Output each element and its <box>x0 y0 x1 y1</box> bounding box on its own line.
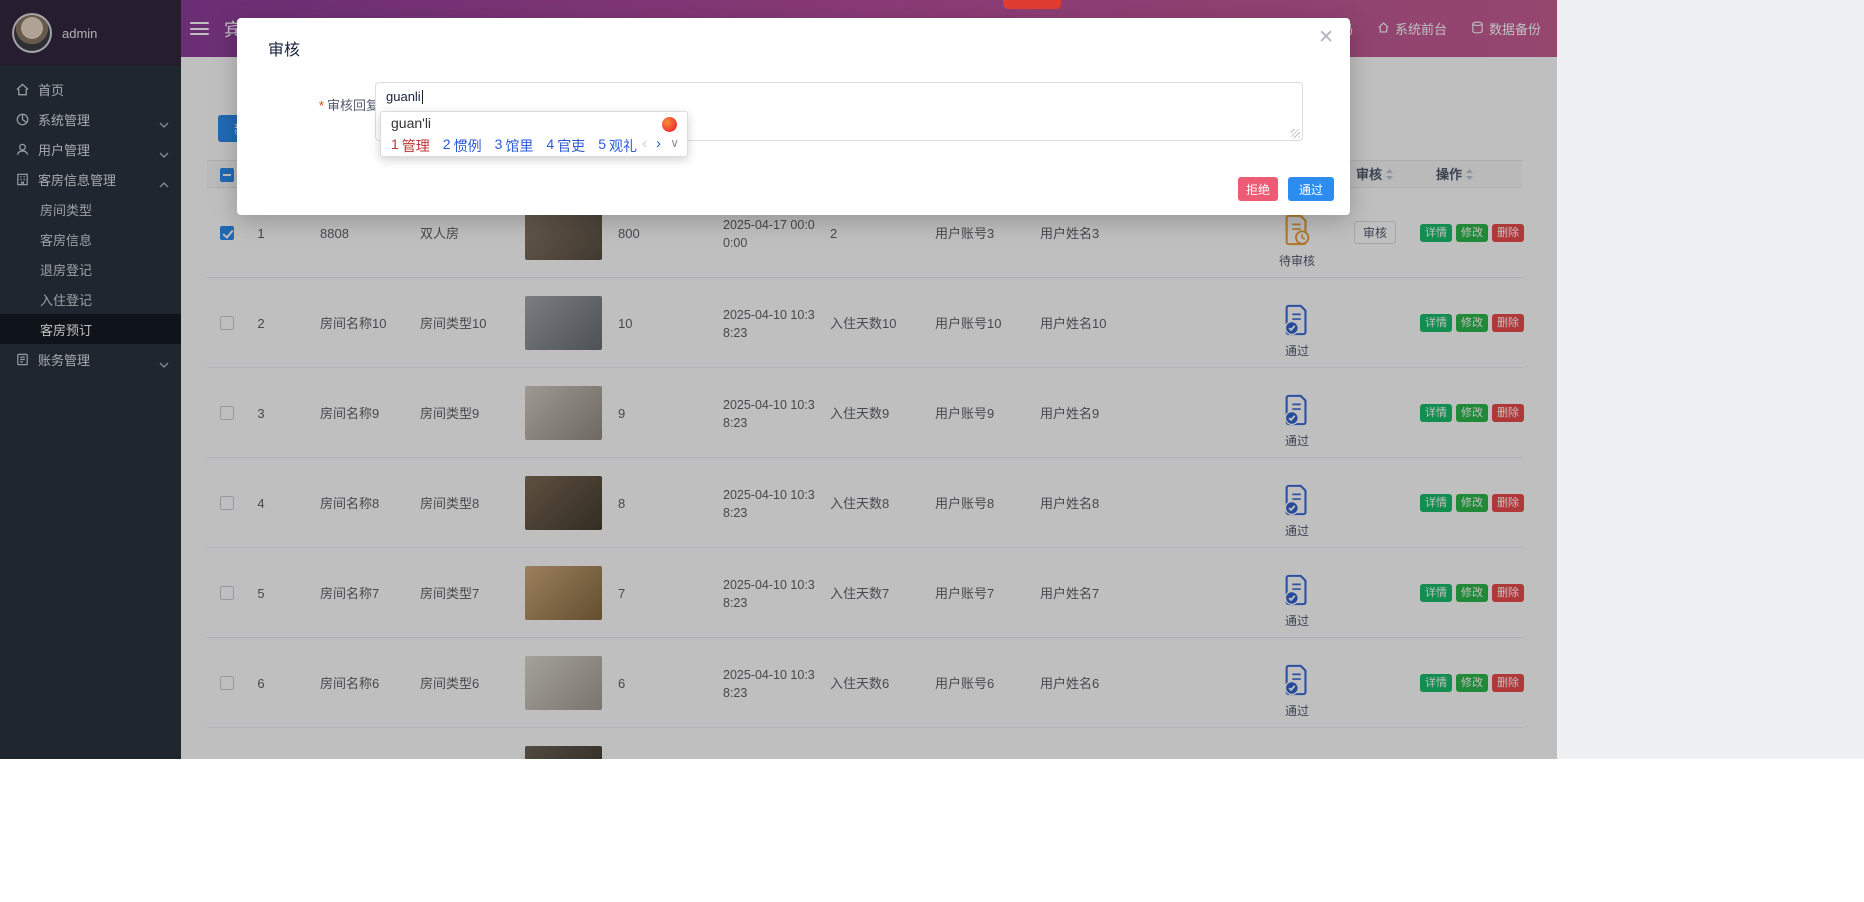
textarea-value: guanli <box>386 89 421 104</box>
field-label: *审核回复 <box>303 95 379 114</box>
approve-button[interactable]: 通过 <box>1288 177 1334 201</box>
ime-candidates: 1管理 2惯例 3馆里 4官吏 5观礼 <box>391 136 637 156</box>
text-caret <box>422 90 423 104</box>
ime-candidate[interactable]: 3馆里 <box>495 136 534 156</box>
ime-candidate-window: guan'li 1管理 2惯例 3馆里 4官吏 5观礼 ‹ › ∨ <box>380 111 688 157</box>
ime-candidate[interactable]: 4官吏 <box>546 136 585 156</box>
ime-candidate[interactable]: 1管理 <box>391 136 430 156</box>
close-icon[interactable]: ✕ <box>1318 28 1334 47</box>
ime-prev-page-icon[interactable]: ‹ <box>642 135 647 152</box>
ime-composition: guan'li <box>391 115 431 131</box>
reject-button[interactable]: 拒绝 <box>1238 177 1278 201</box>
modal-title: 审核 <box>268 36 300 60</box>
sogou-ime-icon <box>662 117 677 132</box>
app-window: admin 首页 系统管理 <box>0 0 1557 759</box>
required-mark: * <box>319 98 324 113</box>
recording-indicator-pill <box>1003 0 1061 9</box>
ime-expand-icon[interactable]: ∨ <box>670 136 679 150</box>
ime-candidate[interactable]: 5观礼 <box>598 136 637 156</box>
ime-candidate[interactable]: 2惯例 <box>443 136 482 156</box>
browser-gutter <box>1557 0 1864 759</box>
page: admin 首页 系统管理 <box>0 0 1864 902</box>
ime-next-page-icon[interactable]: › <box>656 135 661 152</box>
